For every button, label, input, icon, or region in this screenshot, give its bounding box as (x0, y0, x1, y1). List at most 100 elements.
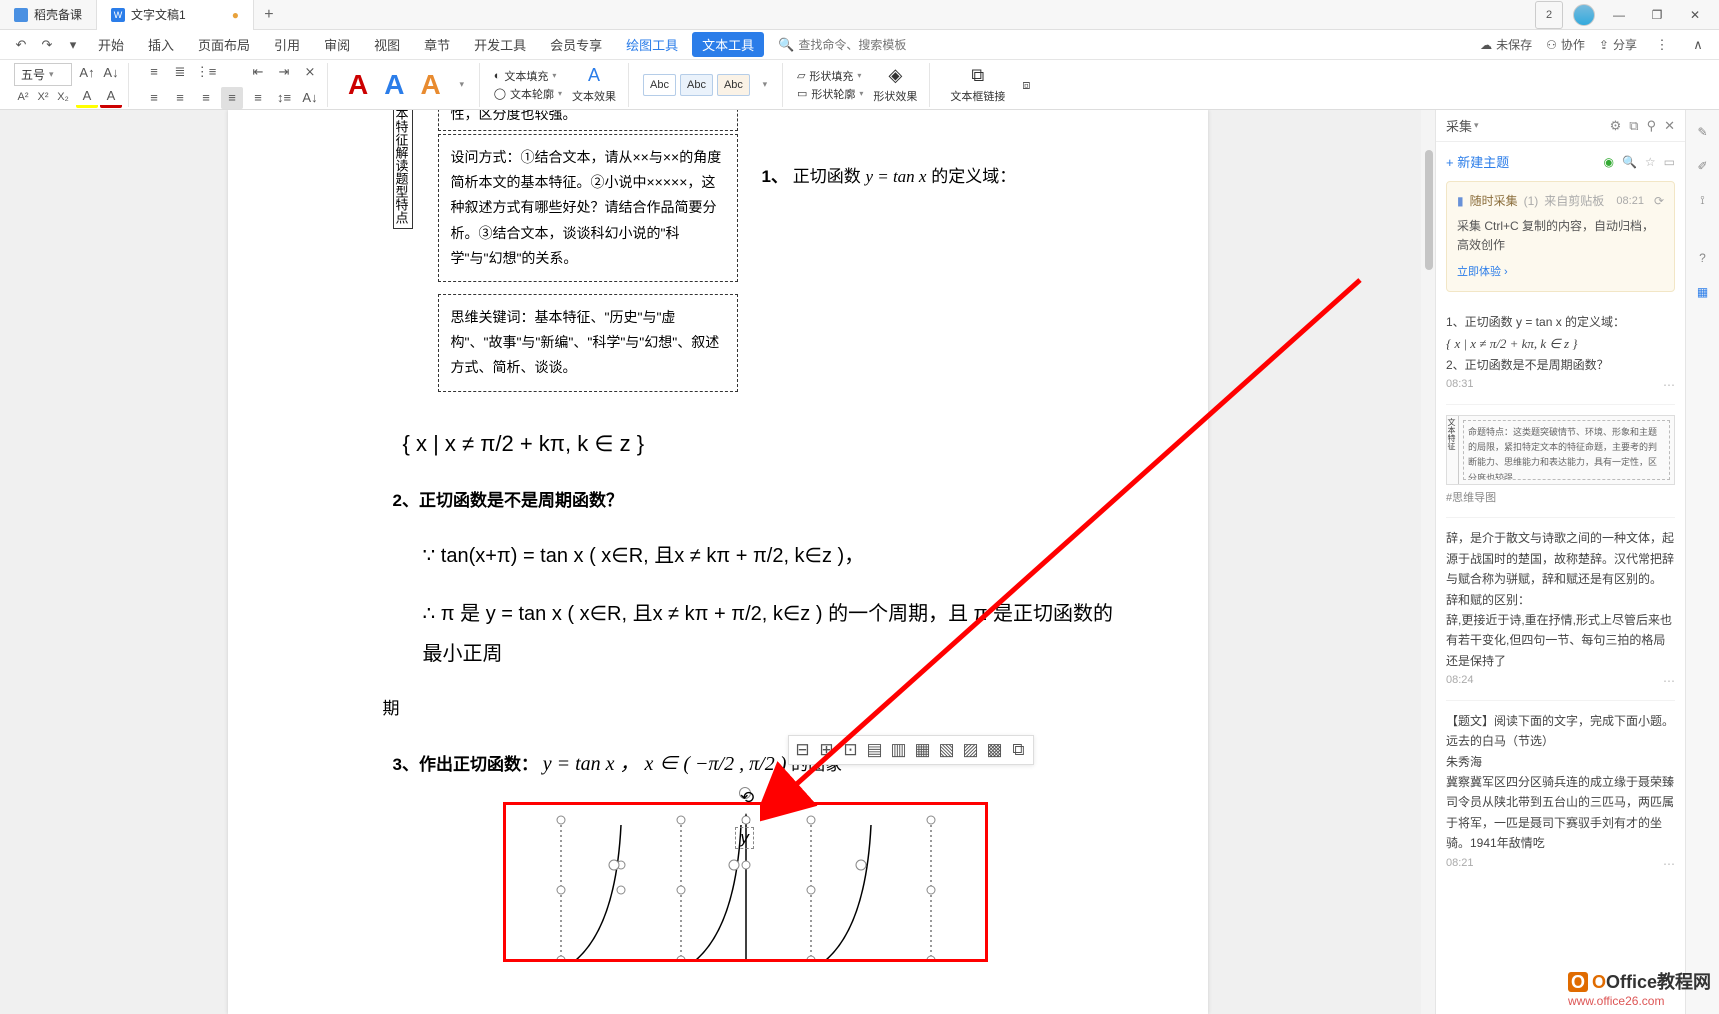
strip-assistant-icon[interactable]: ✎ (1693, 122, 1713, 142)
ft-align-1[interactable]: ⊟ (793, 740, 813, 760)
highlight-color[interactable]: A (76, 86, 98, 108)
new-tab-button[interactable]: + (254, 6, 284, 24)
menu-review[interactable]: 审阅 (314, 31, 360, 58)
indent-dec[interactable]: ⇤ (247, 61, 269, 83)
menu-reference[interactable]: 引用 (264, 31, 310, 58)
font-color[interactable]: A (100, 86, 122, 108)
numbering-button[interactable]: ≣ (169, 61, 191, 83)
collect-entry-2[interactable]: 文本特征 命题特点：这类题突破情节、环境、形象和主题的局限，紧扣特定文本的特征命… (1446, 405, 1675, 519)
tip-card[interactable]: ▮ 随时采集 (1) 来自剪贴板 08:21 ⟳ 采集 Ctrl+C 复制的内容… (1446, 181, 1675, 292)
indent-inc[interactable]: ⇥ (273, 61, 295, 83)
gear-icon[interactable]: ⚙ (1610, 118, 1622, 134)
tab-docer[interactable]: 稻壳备课 (0, 0, 97, 30)
collect-entry-1[interactable]: 1、正切函数 y = tan x 的定义域： { x | x ≠ π/2 + k… (1446, 302, 1675, 405)
menu-devtools[interactable]: 开发工具 (464, 31, 536, 58)
sup-button[interactable]: A² (14, 88, 32, 106)
collaborate-button[interactable]: ⚇协作 (1546, 36, 1585, 53)
ft-align-2[interactable]: ⊞ (817, 740, 837, 760)
check-icon[interactable]: ◉ (1603, 155, 1613, 169)
popout-icon[interactable]: ⧉ (1629, 118, 1638, 134)
undo-button[interactable]: ↶ (10, 34, 32, 56)
context-tab-text[interactable]: 文本工具 (692, 32, 764, 57)
context-tab-draw[interactable]: 绘图工具 (616, 31, 688, 58)
qat-dropdown[interactable]: ▾ (62, 34, 84, 56)
menu-member[interactable]: 会员专享 (540, 31, 612, 58)
shape-style-2[interactable]: Abc (680, 74, 713, 96)
more-menu[interactable]: ⋮ (1651, 34, 1673, 56)
font-size-select[interactable]: 五号▾ (14, 63, 72, 86)
close-button[interactable]: ✕ (1681, 1, 1709, 29)
grow-font[interactable]: A↑ (76, 62, 98, 84)
text-outline-button[interactable]: ◯文本轮廓▾ (494, 86, 562, 102)
sort-button[interactable]: A↓ (299, 87, 321, 109)
menu-insert[interactable]: 插入 (138, 31, 184, 58)
refresh-icon[interactable]: ⟳ (1654, 192, 1664, 211)
wordart-style-2[interactable]: A (378, 69, 410, 101)
maximize-button[interactable]: ❐ (1643, 1, 1671, 29)
close-panel-icon[interactable]: ✕ (1664, 118, 1675, 134)
new-topic-button[interactable]: + 新建主题 (1446, 152, 1509, 171)
ft-wrap-5[interactable]: ▨ (961, 740, 981, 760)
ft-wrap-3[interactable]: ▦ (913, 740, 933, 760)
ft-wrap-2[interactable]: ▥ (889, 740, 909, 760)
align-right[interactable]: ≡ (195, 87, 217, 109)
strip-edit-icon[interactable]: ✐ (1693, 156, 1713, 176)
document-area[interactable]: 本特征解读题型特点 性，区分度也较强。 设问方式：①结合文本，请从××与××的角… (0, 110, 1435, 1014)
menu-view[interactable]: 视图 (364, 31, 410, 58)
collect-entry-3[interactable]: 辞，是介于散文与诗歌之间的一种文体，起源于战国时的楚国，故称楚辞。汉代常把辞与赋… (1446, 518, 1675, 700)
align-justify[interactable]: ≡ (221, 87, 243, 109)
user-avatar[interactable] (1573, 4, 1595, 26)
ft-wrap-6[interactable]: ▩ (985, 740, 1005, 760)
collapse-ribbon[interactable]: ∧ (1687, 34, 1709, 56)
shape-style-more[interactable]: ▾ (754, 74, 776, 96)
scroll-thumb[interactable] (1425, 150, 1433, 270)
menu-chapter[interactable]: 章节 (414, 31, 460, 58)
bullets-button[interactable]: ≡ (143, 61, 165, 83)
menu-pagelayout[interactable]: 页面布局 (188, 31, 260, 58)
strip-help-icon[interactable]: ? (1693, 248, 1713, 268)
align-dist[interactable]: ≡ (247, 87, 269, 109)
pin-icon[interactable]: ⚲ (1647, 118, 1657, 134)
minimize-button[interactable]: ― (1605, 1, 1633, 29)
text-fill-button[interactable]: ◐文本填充▾ (494, 68, 562, 84)
try-now-link[interactable]: 立即体验 › (1457, 264, 1664, 282)
break-link-button[interactable]: ⧈ (1015, 74, 1037, 96)
multilevel-button[interactable]: ⋮≡ (195, 61, 217, 83)
shape-style-1[interactable]: Abc (643, 74, 676, 96)
shape-effect-button[interactable]: ◈ 形状效果 (867, 65, 923, 104)
badge-notifications[interactable]: 2 (1535, 1, 1563, 29)
sub2-button[interactable]: X₂ (54, 88, 72, 106)
vertical-scrollbar[interactable] (1421, 110, 1435, 1014)
entry-more-icon[interactable]: ⋯ (1663, 375, 1675, 395)
strip-collect-icon[interactable]: ▦ (1693, 282, 1713, 302)
selected-graph-object[interactable]: ⟲ y (503, 802, 988, 962)
menu-start[interactable]: 开始 (88, 31, 134, 58)
wordart-style-1[interactable]: A (342, 69, 374, 101)
shape-fill-button[interactable]: ▱形状填充▾ (797, 68, 863, 84)
shape-style-3[interactable]: Abc (717, 74, 750, 96)
shape-outline-button[interactable]: ▭形状轮廓▾ (797, 86, 863, 102)
y-axis-label[interactable]: y (735, 827, 754, 849)
command-search[interactable]: 🔍 (778, 37, 948, 53)
shrink-font[interactable]: A↓ (100, 62, 122, 84)
ft-more[interactable]: ⧉ (1009, 740, 1029, 760)
search-panel-icon[interactable]: 🔍 (1622, 155, 1637, 169)
tab-document[interactable]: W 文字文稿1 ● (97, 0, 254, 30)
text-effect-button[interactable]: A 文本效果 (566, 65, 622, 104)
ft-wrap-4[interactable]: ▧ (937, 740, 957, 760)
entry-more-icon[interactable]: ⋯ (1663, 671, 1675, 691)
align-left[interactable]: ≡ (143, 87, 165, 109)
rotate-handle[interactable]: ⟲ (739, 787, 751, 799)
collect-entry-4[interactable]: 【题文】阅读下面的文字，完成下面小题。 远去的白马（节选） 朱秀海 冀察冀军区四… (1446, 701, 1675, 882)
star-icon[interactable]: ☆ (1645, 155, 1656, 169)
unsaved-indicator[interactable]: ☁未保存 (1480, 36, 1532, 53)
share-button[interactable]: ⇪分享 (1599, 36, 1637, 53)
ft-wrap-1[interactable]: ▤ (865, 740, 885, 760)
line-spacing[interactable]: ↕≡ (273, 87, 295, 109)
ft-align-3[interactable]: ⊡ (841, 740, 861, 760)
search-input[interactable] (798, 38, 948, 52)
wordart-style-3[interactable]: A (414, 69, 446, 101)
clear-format[interactable]: ⨯ (299, 61, 321, 83)
textbox-link-button[interactable]: ⧉ 文本框链接 (944, 65, 1011, 104)
bookmark-icon[interactable]: ▭ (1664, 155, 1675, 169)
